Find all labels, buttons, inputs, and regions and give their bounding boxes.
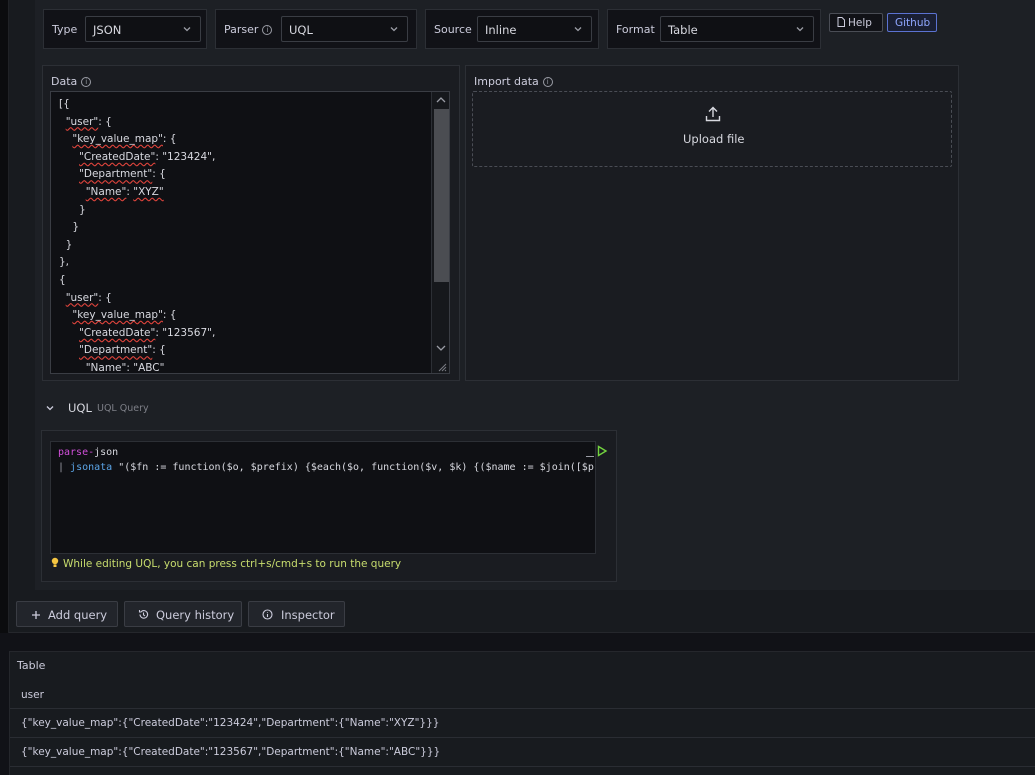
uql-query-panel: parse-json | jsonata "($fn := function($… [41, 430, 617, 582]
data-code-line: "Department": { [79, 344, 166, 357]
data-code-line: "CreatedDate": "123424", [79, 150, 216, 163]
data-code-line: } [59, 221, 80, 234]
help-button[interactable]: Help [829, 13, 883, 32]
parser-field: Parser i UQL [215, 9, 417, 49]
data-code-line: } [59, 238, 73, 251]
data-code-line: } [59, 203, 86, 216]
github-button[interactable]: Github [887, 13, 937, 32]
data-code-line: "Name": "XYZ" [85, 186, 164, 198]
query-history-label: Query history [156, 608, 235, 622]
info-icon[interactable]: i [262, 25, 273, 35]
upload-label: Upload file [683, 132, 745, 146]
inspector-button[interactable]: Inspector [248, 601, 345, 627]
source-label: Source [434, 23, 472, 36]
format-select[interactable]: Table [660, 16, 814, 42]
parser-value: UQL [289, 23, 313, 37]
source-select[interactable]: Inline [477, 16, 592, 42]
uql-keyword: parse- [58, 447, 95, 458]
inspector-label: Inspector [281, 608, 335, 622]
import-panel: Import data i Upload file [465, 65, 959, 381]
github-label: Github [895, 17, 931, 29]
scroll-up-arrow-icon[interactable] [432, 93, 450, 107]
lightbulb-icon [51, 557, 59, 567]
info-icon[interactable]: i [81, 77, 92, 87]
info-circle-icon [262, 609, 273, 620]
uql-code-editor[interactable]: parse-json | jsonata "($fn := function($… [50, 441, 596, 554]
data-panel-title: Data [51, 75, 78, 88]
data-code-line: [{ [59, 98, 70, 110]
type-label: Type [52, 23, 78, 36]
uql-line-2-text: "($fn := function($o, $prefix) {$each($o… [112, 462, 596, 473]
uql-section-label: UQL [68, 401, 92, 415]
data-panel-title-wrap: Data i [51, 75, 92, 88]
document-icon [837, 17, 845, 27]
parser-label-wrap: Parser i [224, 23, 273, 36]
uql-hint-text: While editing UQL, you can press ctrl+s/… [63, 558, 402, 570]
import-panel-title-wrap: Import data i [474, 75, 553, 88]
history-icon [138, 610, 149, 619]
data-code-line: "user": { [65, 115, 112, 128]
data-code-line: "Name": "ABC" [85, 362, 165, 374]
table-panel: Table user {"key_value_map":{"CreatedDat… [9, 651, 1035, 775]
upload-dropzone[interactable]: Upload file [472, 91, 952, 167]
source-value: Inline [485, 23, 517, 37]
data-code-line: "Department": { [79, 168, 166, 181]
table-cell: {"key_value_map":{"CreatedDate":"123424"… [21, 717, 440, 729]
uql-keyword: jsonata [70, 462, 113, 473]
format-value: Table [668, 23, 698, 37]
chevron-down-icon[interactable] [45, 403, 55, 413]
type-value: JSON [93, 23, 122, 37]
data-code-line: "key_value_map": { [72, 133, 177, 146]
table-row: {"key_value_map":{"CreatedDate":"123567"… [10, 738, 1035, 767]
chevron-down-icon [183, 27, 191, 32]
data-panel: Data i "Name": "ABC" "Department": { "Cre… [42, 65, 460, 381]
vertical-scrollbar[interactable] [431, 92, 449, 373]
type-select[interactable]: JSON [85, 16, 201, 42]
left-rail [0, 0, 9, 633]
data-code-line: }, [59, 256, 70, 269]
run-query-icon[interactable] [596, 445, 608, 457]
uql-section-sublabel: UQL Query [97, 403, 149, 414]
import-panel-title: Import data [474, 75, 539, 88]
table-cell: {"key_value_map":{"CreatedDate":"123567"… [21, 746, 441, 758]
data-code-line: "CreatedDate": "123567", [79, 326, 216, 339]
source-field: Source Inline [425, 9, 599, 49]
chevron-down-icon [574, 27, 582, 32]
data-textarea[interactable]: "Name": "ABC" "Department": { "CreatedDa… [50, 91, 450, 374]
help-label: Help [848, 17, 872, 29]
info-icon[interactable]: i [542, 77, 553, 87]
format-label: Format [616, 23, 655, 36]
table-header-row: user [10, 681, 1035, 709]
chevron-down-icon [390, 27, 398, 32]
plus-icon [32, 611, 40, 619]
data-code-line: "user": { [65, 291, 112, 304]
minimap-marker [586, 456, 594, 457]
parser-select[interactable]: UQL [281, 16, 408, 42]
chevron-down-icon [796, 27, 804, 32]
format-field: Format Table [607, 9, 821, 49]
scroll-down-arrow-icon[interactable] [432, 341, 450, 355]
table-row: {"key_value_map":{"CreatedDate":"123424"… [10, 709, 1035, 738]
parser-label: Parser [224, 23, 259, 36]
type-field: Type JSON [43, 9, 207, 49]
add-query-label: Add query [48, 608, 108, 622]
add-query-button[interactable]: Add query [16, 601, 118, 627]
uql-line-1-text: json [94, 447, 119, 458]
data-code-line: { [59, 274, 66, 286]
data-code-line: "key_value_map": { [72, 309, 177, 322]
table-title: Table [17, 659, 46, 672]
resize-handle-icon[interactable] [435, 360, 447, 372]
uql-hint: While editing UQL, you can press ctrl+s/… [51, 557, 401, 570]
uql-pipe: | [58, 462, 71, 473]
table-header-user[interactable]: user [21, 689, 44, 701]
uql-line-1: parse-json [58, 447, 118, 458]
upload-icon [705, 106, 721, 122]
query-history-button[interactable]: Query history [124, 601, 242, 627]
uql-line-2: | jsonata "($fn := function($o, $prefix)… [58, 462, 596, 473]
scrollbar-thumb[interactable] [434, 109, 449, 282]
page: Type JSON Parser i UQL Source Inline Form… [0, 0, 1035, 775]
